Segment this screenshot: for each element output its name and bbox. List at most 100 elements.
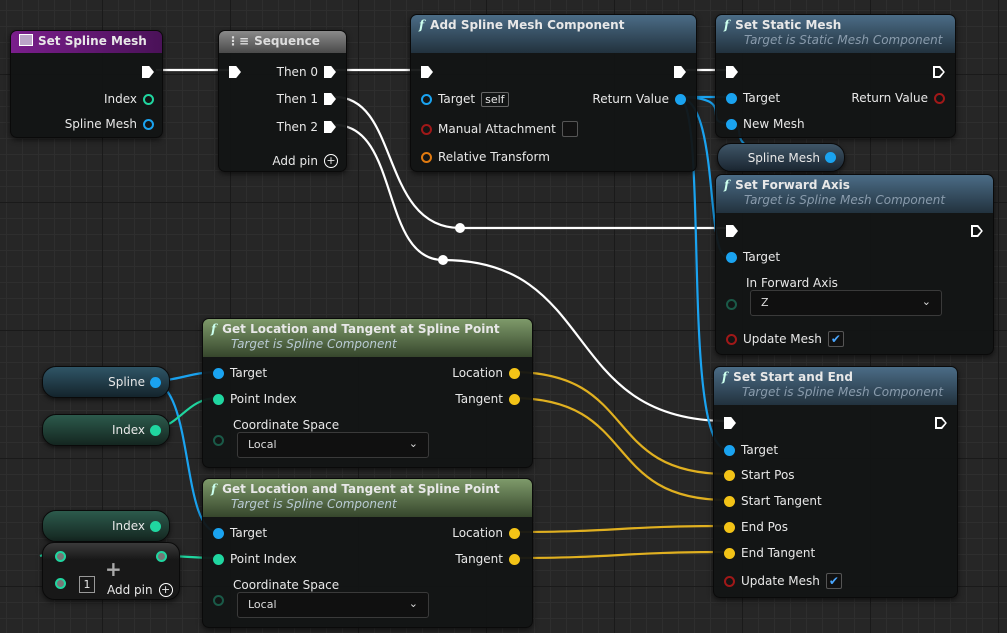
set-start-and-end-node[interactable]: f Set Start and End Target is Spline Mesh … <box>713 366 958 598</box>
pin-label: Return Value <box>592 92 669 106</box>
index-variable-node-1[interactable]: Index <box>42 414 170 446</box>
pin-label: Update Mesh <box>741 574 820 588</box>
pin-label: Then 2 <box>276 120 318 134</box>
pin-label: Coordinate Space <box>233 418 340 432</box>
exec-in-pin[interactable] <box>421 66 433 78</box>
set-spline-mesh-node[interactable]: Set Spline Mesh Index Spline Mesh <box>10 30 163 138</box>
vector-wire <box>511 550 728 560</box>
forward-axis-pin[interactable] <box>726 298 737 310</box>
node-title: Set Forward Axis <box>735 178 850 192</box>
pin-label: Target <box>743 91 781 105</box>
sequence-node[interactable]: ⋮≡ Sequence Then 0 Then 1 Then 2 Add pin + <box>218 30 347 172</box>
add-pin-button[interactable]: Add pin + <box>272 153 338 169</box>
spline-mesh-out-pin[interactable] <box>825 152 836 163</box>
location-pin[interactable] <box>509 367 520 379</box>
update-mesh-pin[interactable] <box>726 333 737 345</box>
update-mesh-checkbox[interactable]: ✔ <box>825 573 842 589</box>
index-pin[interactable] <box>143 93 154 105</box>
target-pin[interactable] <box>213 367 224 379</box>
target-pin[interactable] <box>726 251 737 263</box>
pin-label: Target <box>230 366 268 380</box>
tangent-pin[interactable] <box>509 553 520 565</box>
self-badge: self <box>481 91 509 107</box>
index-variable-node-2[interactable]: Index <box>42 510 170 542</box>
coordinate-space-pin[interactable] <box>213 434 224 446</box>
b-input-pin[interactable] <box>55 578 66 589</box>
exec-in-pin[interactable] <box>726 66 738 78</box>
chevron-down-icon: ⌄ <box>408 437 418 450</box>
add-pin-label: Add pin <box>107 583 153 597</box>
node-header: Set Spline Mesh <box>11 31 162 53</box>
a-input-pin[interactable] <box>55 551 66 562</box>
dropdown-value: Z <box>761 296 769 309</box>
exec-out-pin[interactable] <box>933 66 945 78</box>
vector-wire <box>511 524 728 534</box>
exec-out-pin[interactable] <box>935 417 947 429</box>
return-value-pin[interactable] <box>675 93 686 105</box>
node-subtitle: Target is Spline Mesh Component <box>744 193 946 207</box>
forward-axis-dropdown[interactable]: Z ⌄ <box>750 290 942 316</box>
then-2-pin[interactable] <box>324 121 336 133</box>
target-pin[interactable] <box>213 527 224 539</box>
new-mesh-pin[interactable] <box>726 118 737 130</box>
then-0-pin[interactable] <box>324 66 336 78</box>
pin-label: Start Tangent <box>741 494 822 508</box>
spline-variable-node[interactable]: Spline <box>42 366 170 398</box>
update-mesh-pin[interactable] <box>724 575 735 587</box>
exec-out-pin[interactable] <box>971 225 983 237</box>
set-static-mesh-node[interactable]: f Set Static Mesh Target is Static Mesh Co… <box>715 14 956 138</box>
start-tangent-pin[interactable] <box>724 495 735 507</box>
node-header: f Set Forward Axis Target is Spline Mesh C… <box>716 175 993 213</box>
manual-attachment-pin[interactable] <box>421 123 432 135</box>
exec-in-pin[interactable] <box>724 417 736 429</box>
exec-out-pin[interactable] <box>142 66 154 78</box>
node-subtitle: Target is Spline Component <box>231 497 397 511</box>
get-location-tangent-node-1[interactable]: f Get Location and Tangent at Spline Poin… <box>202 318 533 468</box>
function-icon: f <box>724 18 730 32</box>
coordinate-space-pin[interactable] <box>213 594 224 606</box>
point-index-pin[interactable] <box>213 393 224 405</box>
pin-label: Target <box>230 526 268 540</box>
target-pin[interactable] <box>724 444 735 456</box>
add-integer-node[interactable]: + 1 Add pin + <box>42 542 180 600</box>
spline-out-pin[interactable] <box>150 376 161 388</box>
node-subtitle: Target is Spline Mesh Component <box>742 385 944 399</box>
start-pos-pin[interactable] <box>724 469 735 481</box>
add-pin-button[interactable]: Add pin + <box>107 583 173 597</box>
coordinate-space-dropdown[interactable]: Local ⌄ <box>237 592 429 618</box>
function-icon: f <box>211 322 217 336</box>
end-tangent-pin[interactable] <box>724 547 735 559</box>
pin-label: In Forward Axis <box>746 276 838 290</box>
manual-attachment-checkbox[interactable] <box>561 121 578 137</box>
index-out-pin[interactable] <box>150 520 161 532</box>
pin-label: Return Value <box>851 91 928 105</box>
coordinate-space-dropdown[interactable]: Local ⌄ <box>237 432 429 458</box>
return-value-pin[interactable] <box>934 92 945 104</box>
b-value-field[interactable]: 1 <box>79 576 95 593</box>
tangent-pin[interactable] <box>509 393 520 405</box>
index-out-pin[interactable] <box>150 424 161 436</box>
update-mesh-checkbox[interactable]: ✔ <box>827 331 844 347</box>
spline-mesh-variable-node[interactable]: Spline Mesh <box>717 143 845 172</box>
exec-in-pin[interactable] <box>229 66 241 78</box>
add-spline-mesh-component-node[interactable]: f Add Spline Mesh Component Target self Re… <box>410 14 697 172</box>
relative-transform-pin[interactable] <box>421 151 432 163</box>
node-title: Set Start and End <box>733 370 853 384</box>
reroute-knot <box>455 223 465 233</box>
then-1-pin[interactable] <box>324 93 336 105</box>
set-forward-axis-node[interactable]: f Set Forward Axis Target is Spline Mesh C… <box>715 174 994 355</box>
target-pin[interactable] <box>421 93 432 105</box>
variable-label: Spline <box>108 375 145 389</box>
exec-in-pin[interactable] <box>726 225 738 237</box>
node-title: Get Location and Tangent at Spline Point <box>222 322 500 336</box>
node-title: Get Location and Tangent at Spline Point <box>222 482 500 496</box>
pin-label: Location <box>452 366 503 380</box>
spline-mesh-pin[interactable] <box>143 118 154 130</box>
point-index-pin[interactable] <box>213 553 224 565</box>
exec-out-pin[interactable] <box>674 66 686 78</box>
end-pos-pin[interactable] <box>724 521 735 533</box>
location-pin[interactable] <box>509 527 520 539</box>
get-location-tangent-node-2[interactable]: f Get Location and Tangent at Spline Poin… <box>202 478 533 628</box>
result-output-pin[interactable] <box>156 551 167 562</box>
target-pin[interactable] <box>726 92 737 104</box>
